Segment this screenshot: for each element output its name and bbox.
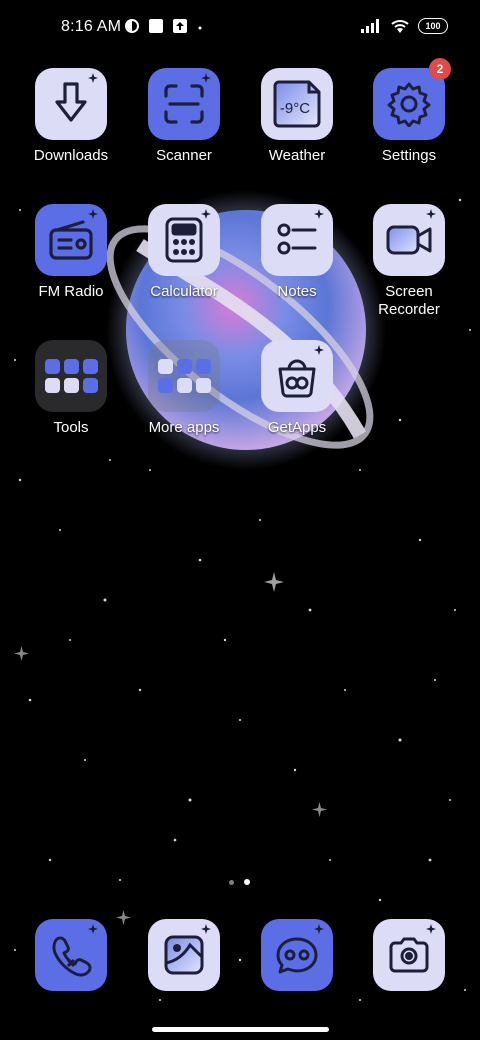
calculator-icon — [148, 204, 220, 276]
dot-icon — [198, 26, 202, 30]
folder-label: Tools — [53, 419, 89, 436]
planet — [106, 190, 386, 470]
app-label: GetApps — [267, 419, 327, 436]
app-label: Downloads — [33, 147, 109, 164]
folder-icon — [148, 340, 220, 412]
page-dot[interactable] — [229, 880, 234, 885]
dock-gallery[interactable] — [129, 919, 239, 991]
upload-icon — [173, 19, 187, 33]
folder-preview — [157, 359, 211, 393]
page-indicator[interactable] — [229, 879, 253, 887]
app-label: Settings — [381, 147, 437, 164]
notes-icon — [261, 204, 333, 276]
app-label: Calculator — [150, 283, 218, 300]
notification-square-icon — [149, 19, 163, 33]
app-calculator[interactable]: Calculator — [129, 204, 239, 301]
notification-app-icon — [125, 19, 139, 33]
phone-icon — [35, 919, 107, 991]
app-screen-recorder[interactable]: Screen Recorder — [354, 204, 464, 319]
app-scanner[interactable]: Scanner — [129, 68, 239, 165]
radio-icon — [35, 204, 107, 276]
signal-icon — [361, 19, 379, 33]
clock: 8:16 AM — [61, 18, 122, 35]
folder-icon — [35, 340, 107, 412]
scanner-icon — [148, 68, 220, 140]
message-icon — [261, 919, 333, 991]
folder-preview — [44, 359, 98, 393]
app-label: Scanner — [156, 147, 212, 164]
sparkle-stars — [14, 572, 327, 925]
dock-camera[interactable] — [354, 919, 464, 991]
app-label: FM Radio — [38, 283, 104, 300]
folder-tools[interactable]: Tools — [16, 340, 126, 437]
wifi-icon — [391, 20, 409, 33]
gallery-icon — [148, 919, 220, 991]
home-indicator[interactable] — [152, 1027, 329, 1032]
folder-more-apps[interactable]: More apps — [129, 340, 239, 437]
dock-messages[interactable] — [242, 919, 352, 991]
notification-badge: 2 — [429, 58, 451, 80]
app-label: Screen Recorder — [378, 283, 440, 318]
gear-icon: 2 — [373, 58, 451, 140]
app-label: Notes — [277, 283, 317, 300]
system-icons: 100 — [360, 18, 448, 34]
app-notes[interactable]: Notes — [242, 204, 352, 301]
page-dot-active[interactable] — [244, 879, 250, 885]
app-settings[interactable]: 2 Settings — [354, 58, 464, 165]
notification-icons — [124, 18, 204, 34]
download-icon — [35, 68, 107, 140]
folder-label: More apps — [148, 419, 220, 436]
app-label: Weather — [268, 147, 326, 164]
video-camera-icon — [373, 204, 445, 276]
status-bar: 8:16 AM 100 — [0, 0, 480, 56]
app-fm-radio[interactable]: FM Radio — [16, 204, 126, 301]
app-weather[interactable]: -9°C Weather — [242, 68, 352, 165]
shopping-bag-icon — [261, 340, 333, 412]
app-getapps[interactable]: GetApps — [242, 340, 352, 437]
svg-text:-9°C: -9°C — [280, 100, 310, 117]
weather-icon: -9°C — [261, 68, 333, 140]
battery-indicator: 100 — [418, 18, 448, 34]
dock-phone[interactable] — [16, 919, 126, 991]
camera-icon — [373, 919, 445, 991]
app-downloads[interactable]: Downloads — [16, 68, 126, 165]
